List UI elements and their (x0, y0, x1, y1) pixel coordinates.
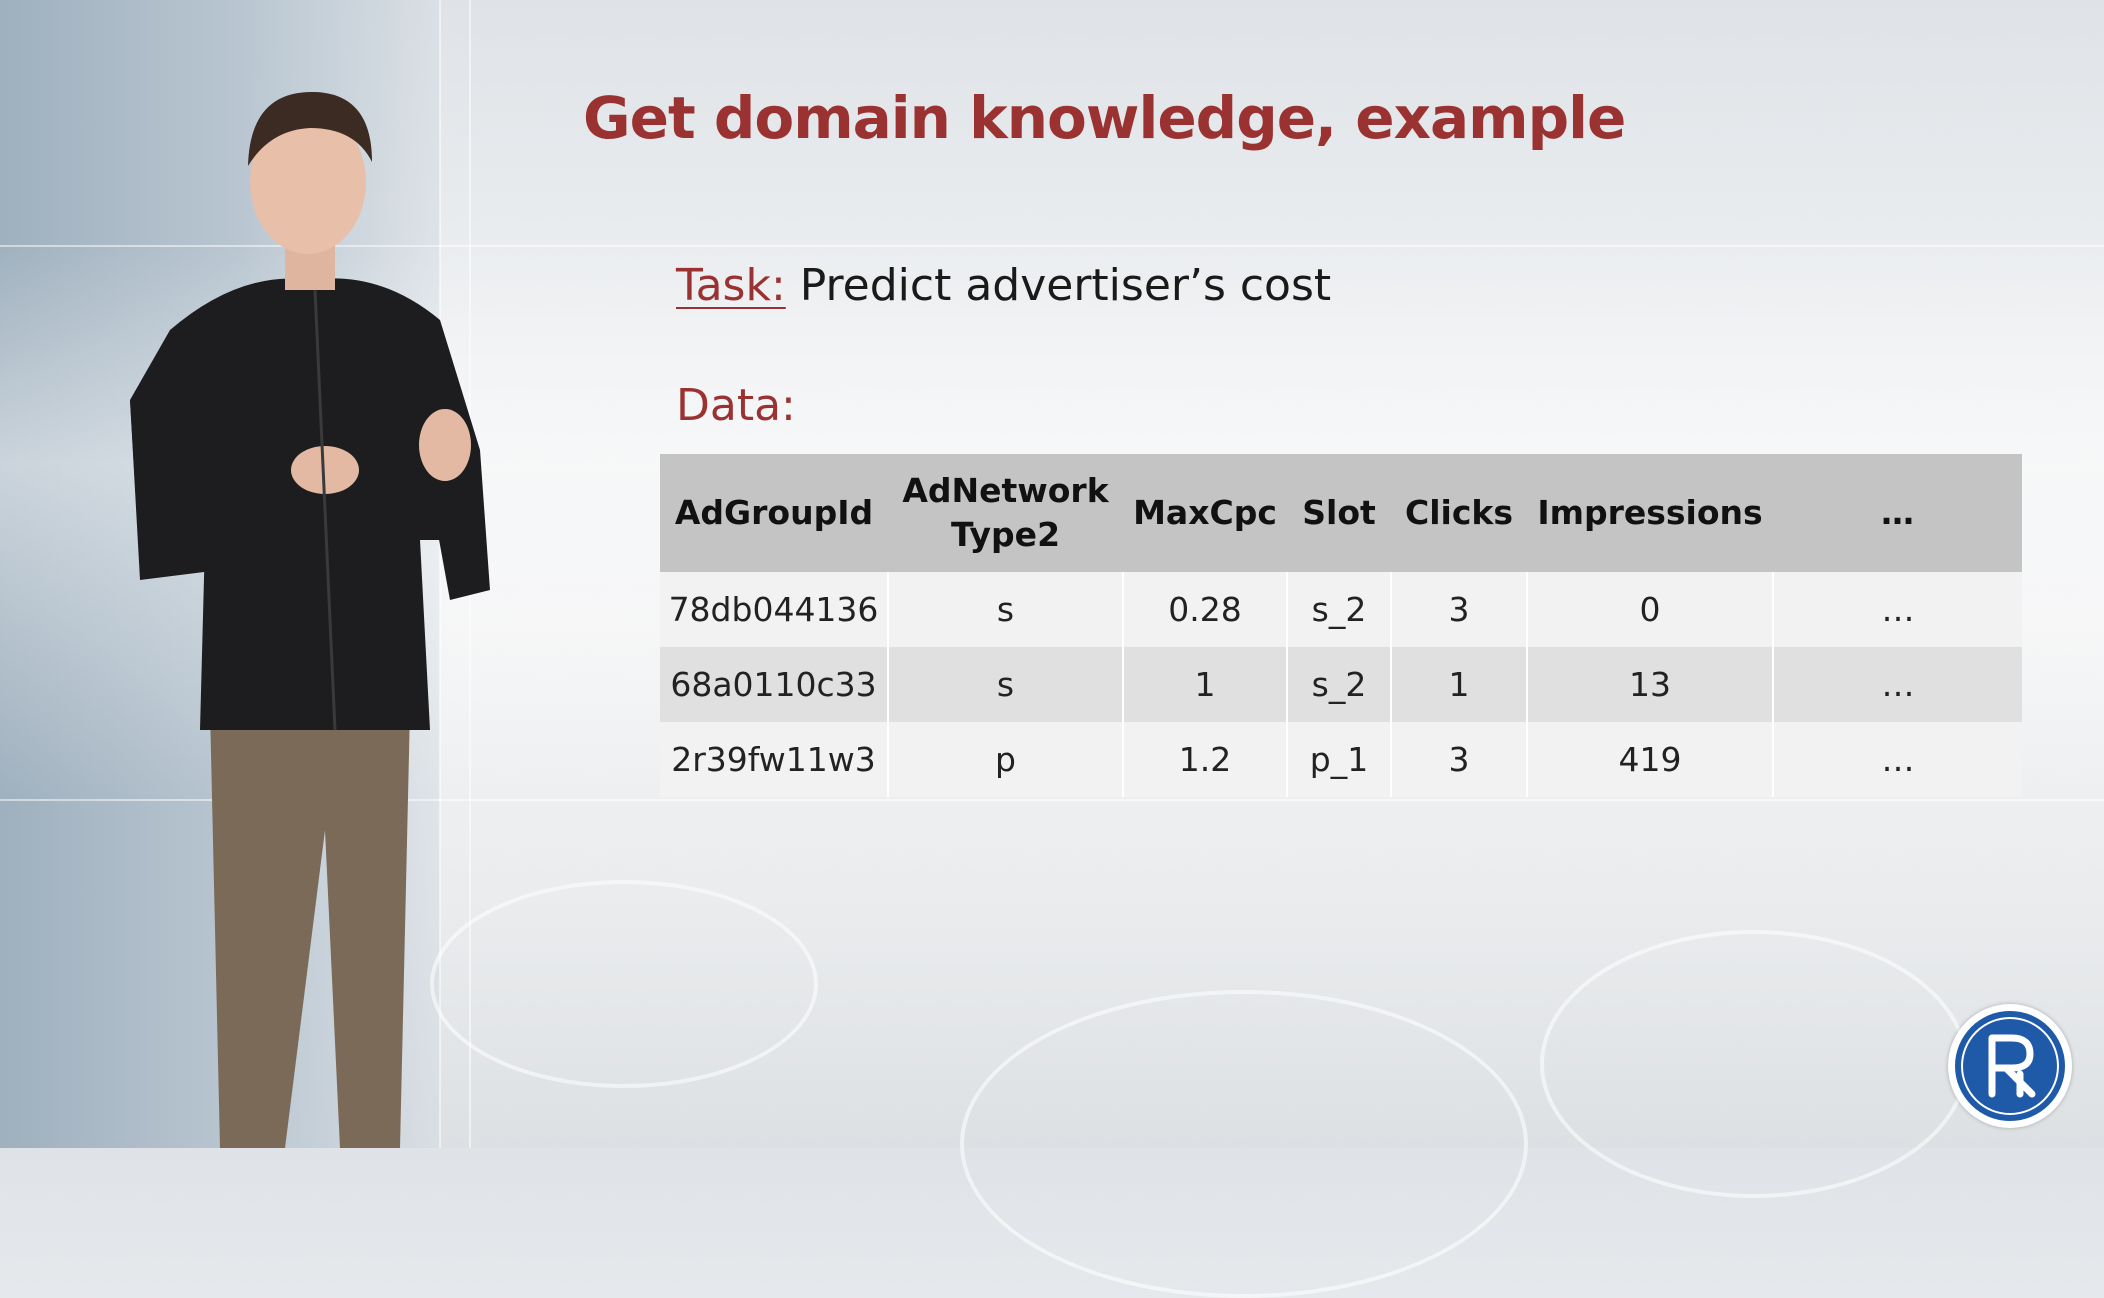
table-cell: 78db044136 (660, 572, 889, 647)
table-cell: p (888, 722, 1124, 797)
table-cell: 68a0110c33 (660, 647, 889, 722)
table-cell: 0 (1527, 572, 1774, 647)
presenter (130, 91, 490, 1148)
column-header: AdNetwork Type2 (888, 454, 1123, 572)
table-cell: 1.2 (1123, 722, 1288, 797)
task-text: Predict advertiser’s cost (785, 260, 1332, 311)
column-header: AdGroupId (660, 454, 888, 572)
table-cell: s (888, 647, 1124, 722)
column-header: MaxCpc (1123, 454, 1287, 572)
table-cell: … (1773, 722, 2022, 797)
table-cell: … (1773, 647, 2022, 722)
table-cell: 2r39fw11w3 (660, 722, 889, 797)
presenter-hand (419, 409, 471, 481)
table-cell: p_1 (1287, 722, 1392, 797)
presenter-trousers (210, 710, 410, 1148)
table-row: 68a0110c33 s 1 s_2 1 13 … (660, 647, 2022, 722)
table-cell: 3 (1391, 722, 1528, 797)
table-header-row: AdGroupId AdNetwork Type2 MaxCpc Slot Cl… (660, 454, 2022, 572)
data-table: AdGroupId AdNetwork Type2 MaxCpc Slot Cl… (660, 454, 2022, 797)
table-cell: 0.28 (1123, 572, 1288, 647)
column-header: … (1773, 454, 2022, 572)
slide-title: Get domain knowledge, example (583, 84, 1626, 152)
column-header: Slot (1287, 454, 1391, 572)
table-cell: … (1773, 572, 2022, 647)
table-cell: s (888, 572, 1124, 647)
task-line: Task: Predict advertiser’s cost (676, 260, 1331, 311)
table-cell: s_2 (1287, 572, 1392, 647)
column-header: Impressions (1527, 454, 1773, 572)
column-header: Clicks (1391, 454, 1527, 572)
table-cell: 419 (1527, 722, 1774, 797)
data-label: Data: (676, 380, 796, 431)
table-cell: 1 (1123, 647, 1288, 722)
table-cell: 1 (1391, 647, 1528, 722)
table-cell: 3 (1391, 572, 1528, 647)
table-row: 78db044136 s 0.28 s_2 3 0 … (660, 572, 2022, 647)
table-row: 2r39fw11w3 p 1.2 p_1 3 419 … (660, 722, 2022, 797)
table-cell: s_2 (1287, 647, 1392, 722)
table-cell: 13 (1527, 647, 1774, 722)
university-logo-icon (1948, 1004, 2072, 1128)
task-label: Task: (676, 260, 786, 311)
